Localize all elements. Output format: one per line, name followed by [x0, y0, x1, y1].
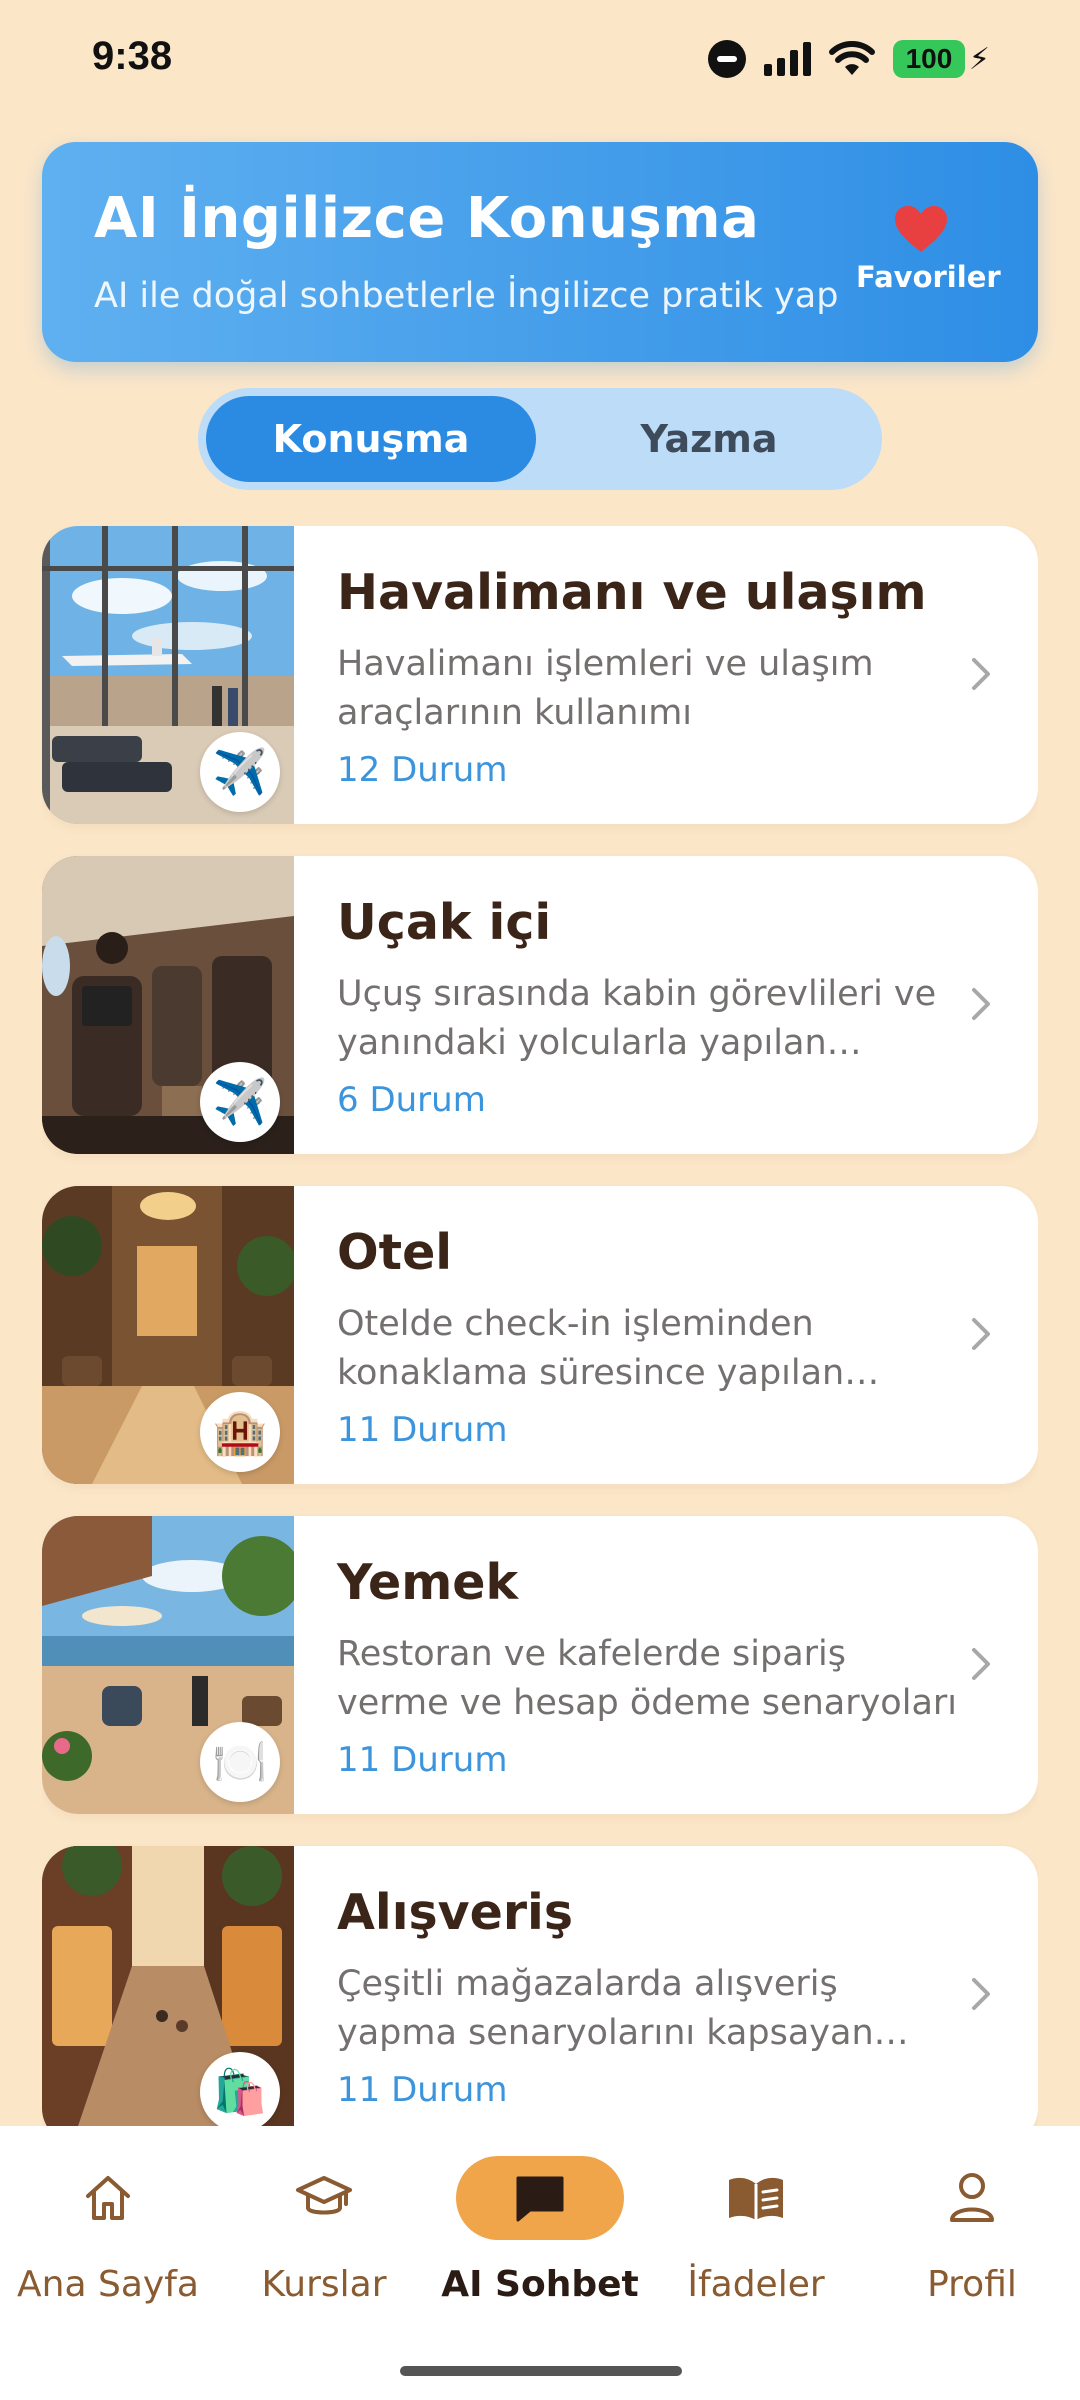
category-count: 11 Durum: [337, 1410, 508, 1450]
category-description: Havalimanı işlemleri ve ulaşım araçların…: [337, 644, 874, 733]
heart-icon: [895, 206, 947, 252]
category-card-food[interactable]: 🍽️ Yemek Restoran ve kafelerde sipariş v…: [42, 1516, 1038, 1814]
category-count: 6 Durum: [337, 1080, 486, 1120]
category-title: Otel: [337, 1224, 453, 1281]
plate-badge-icon: 🍽️: [200, 1722, 280, 1802]
nav-item-ai-chat[interactable]: AI Sohbet: [432, 2156, 648, 2305]
category-title: Alışveriş: [337, 1884, 573, 1941]
category-title: Uçak içi: [337, 894, 552, 951]
wifi-icon: [828, 41, 875, 75]
status-bar: 9:38 100 ⚡: [0, 0, 1080, 120]
nav-label-ai-chat: AI Sohbet: [441, 2264, 639, 2305]
category-count: 11 Durum: [337, 2070, 508, 2110]
nav-item-profile[interactable]: Profil: [864, 2156, 1080, 2305]
bottom-navigation: Ana Sayfa Kurslar AI Sohbet İfadeler Pro…: [0, 2126, 1080, 2400]
category-count: 11 Durum: [337, 1740, 508, 1780]
tab-yazma[interactable]: Yazma: [544, 396, 874, 482]
nav-label-profile: Profil: [927, 2264, 1017, 2305]
nav-item-home[interactable]: Ana Sayfa: [0, 2156, 216, 2305]
category-description: Otelde check-in işleminden konaklama sür…: [337, 1304, 845, 1393]
mode-tabs: Konuşma Yazma: [198, 388, 882, 490]
category-list: ✈️ Havalimanı ve ulaşım Havalimanı işlem…: [42, 526, 1038, 2126]
person-icon: [950, 2173, 994, 2222]
category-title: Yemek: [337, 1554, 519, 1611]
category-description: Uçuş sırasında kabin görevlileri ve yanı…: [337, 974, 937, 1063]
header-card: AI İngilizce Konuşma AI ile doğal sohbet…: [42, 142, 1038, 362]
favorites-label: Favoriler: [856, 260, 1001, 294]
battery-indicator: 100: [892, 40, 965, 78]
category-card-in-flight[interactable]: ✈️ Uçak içi Uçuş sırasında kabin görevli…: [42, 856, 1038, 1154]
chevron-right-icon: [972, 1978, 990, 2010]
home-icon: [86, 2176, 130, 2220]
nav-label-courses: Kurslar: [261, 2264, 387, 2305]
category-card-airport[interactable]: ✈️ Havalimanı ve ulaşım Havalimanı işlem…: [42, 526, 1038, 824]
nav-label-home: Ana Sayfa: [17, 2264, 199, 2305]
chat-icon: [516, 2176, 564, 2222]
nav-label-phrases: İfadeler: [687, 2264, 825, 2305]
category-description: Restoran ve kafelerde sipariş verme ve h…: [337, 1634, 957, 1723]
status-time: 9:38: [92, 34, 173, 78]
home-indicator[interactable]: [400, 2366, 682, 2376]
category-card-shopping[interactable]: 🛍️ Alışveriş Çeşitli mağazalarda alışver…: [42, 1846, 1038, 2126]
category-count: 12 Durum: [337, 750, 508, 790]
nav-active-pill: [456, 2156, 624, 2240]
book-icon: [729, 2177, 783, 2220]
hotel-badge-icon: 🏨: [200, 1392, 280, 1472]
chevron-right-icon: [972, 988, 990, 1020]
nav-item-phrases[interactable]: İfadeler: [648, 2156, 864, 2305]
tab-konusma[interactable]: Konuşma: [206, 396, 536, 482]
cellular-signal-icon: [763, 42, 811, 76]
graduation-cap-icon: [296, 2176, 352, 2215]
charging-bolt-icon: ⚡: [968, 41, 990, 77]
plane-badge-icon: ✈️: [200, 1062, 280, 1142]
nav-item-courses[interactable]: Kurslar: [216, 2156, 432, 2305]
chevron-right-icon: [972, 658, 990, 690]
page-subtitle: AI ile doğal sohbetlerle İngilizce prati…: [94, 276, 839, 316]
chevron-right-icon: [972, 1318, 990, 1350]
page-title: AI İngilizce Konuşma: [94, 186, 760, 251]
do-not-disturb-icon: [707, 40, 746, 78]
category-card-hotel[interactable]: 🏨 Otel Otelde check-in işleminden konakl…: [42, 1186, 1038, 1484]
chevron-right-icon: [972, 1648, 990, 1680]
status-icons: 100 ⚡: [707, 40, 990, 78]
plane-badge-icon: ✈️: [200, 732, 280, 812]
shopping-bag-badge-icon: 🛍️: [200, 2052, 280, 2126]
favorites-button[interactable]: Favoriler: [856, 204, 1001, 294]
category-title: Havalimanı ve ulaşım: [337, 564, 927, 621]
category-description: Çeşitli mağazalarda alışveriş yapma sena…: [337, 1964, 874, 2053]
